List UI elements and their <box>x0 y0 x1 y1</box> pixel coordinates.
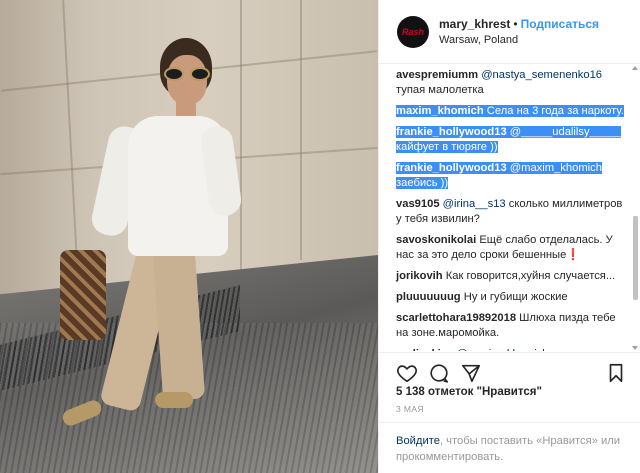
post-header: Rash mary_khrest • Подписаться Warsaw, Pol… <box>379 0 640 64</box>
sandal-left <box>60 398 104 428</box>
comment-body: vas9105 @irina__s13 сколько миллиметров … <box>396 198 622 225</box>
wall-seam <box>300 0 302 260</box>
comment-body: savoskonikolai Ещё слабо отделалась. У н… <box>396 234 613 261</box>
username-link[interactable]: mary_khrest <box>439 17 510 31</box>
comment-item: savoskonikolai Ещё слабо отделалась. У н… <box>396 233 625 263</box>
comment-item: avespremiumm @nastya_semenenko16 тупая м… <box>396 68 625 98</box>
comment-item: frankie_hollywood13 @maxim_khomich заеби… <box>396 161 625 191</box>
comment-text: тупая малолетка <box>396 84 484 96</box>
comment-item: frankie_hollywood13 @_____udalilsy_____ … <box>396 125 625 155</box>
comment-item: jorikovih Как говорится,хуйня случается.… <box>396 269 625 284</box>
avatar-logo: Rash <box>401 26 424 37</box>
handbag <box>60 250 106 340</box>
scrollbar-thumb[interactable] <box>633 216 638 300</box>
comment-item: pluuuuuuug Ну и губищи жоские <box>396 290 625 305</box>
comment-text: Ну и губищи жоские <box>463 291 568 303</box>
sunglasses <box>161 67 213 81</box>
comment-item: nadia_kisa @maxim_khomich от куда <box>396 347 625 351</box>
comment-icon[interactable] <box>428 362 450 384</box>
comment-text: кайфует в тюряге )) <box>396 141 498 153</box>
comment-username[interactable]: frankie_hollywood13 <box>396 162 507 174</box>
wall-seam <box>240 0 242 270</box>
comment-username[interactable]: avespremiumm <box>396 69 478 81</box>
trousers-right <box>152 248 206 402</box>
comment-mention[interactable]: @maxim_khomich <box>456 348 548 351</box>
location-link[interactable]: Warsaw, Poland <box>439 32 599 48</box>
comment-text: от куда <box>552 348 589 351</box>
post-date[interactable]: 3 МАЯ <box>396 404 424 414</box>
comment-username[interactable]: frankie_hollywood13 <box>396 126 507 138</box>
comment-mention[interactable]: @_____udalilsy_____ <box>510 126 621 138</box>
login-prompt: Войдите, чтобы поставить «Нравится» или … <box>379 422 640 473</box>
sandal-right <box>155 392 193 408</box>
comment-username[interactable]: vas9105 <box>396 198 440 210</box>
comments-scrollbar[interactable] <box>632 66 638 350</box>
scroll-down-arrow-icon[interactable] <box>632 346 638 350</box>
comment-body: maxim_khomich Села на 3 года за наркоту. <box>396 105 624 117</box>
share-icon[interactable] <box>460 362 482 384</box>
post-photo[interactable] <box>0 0 378 473</box>
comment-username[interactable]: maxim_khomich <box>396 105 484 117</box>
comment-mention[interactable]: @irina__s13 <box>443 198 506 210</box>
comment-body: avespremiumm @nastya_semenenko16 тупая м… <box>396 69 602 96</box>
comment-username[interactable]: jorikovih <box>396 270 443 282</box>
comment-mention[interactable]: @nastya_semenenko16 <box>481 69 602 81</box>
woman-figure <box>60 30 244 450</box>
comment-body: frankie_hollywood13 @_____udalilsy_____ … <box>396 126 621 153</box>
comment-username[interactable]: nadia_kisa <box>396 348 453 351</box>
comments-list[interactable]: avespremiumm @nastya_semenenko16 тупая м… <box>379 65 629 351</box>
login-link[interactable]: Войдите <box>396 435 440 447</box>
avatar[interactable]: Rash <box>397 15 429 48</box>
heart-icon[interactable] <box>396 362 418 384</box>
comment-body: pluuuuuuug Ну и губищи жоские <box>396 291 568 303</box>
separator-dot: • <box>513 16 518 31</box>
action-bar <box>379 352 640 386</box>
comment-item: vas9105 @irina__s13 сколько миллиметров … <box>396 197 625 227</box>
comment-text: Села на 3 года за наркоту. <box>486 105 624 117</box>
comment-body: nadia_kisa @maxim_khomich от куда <box>396 348 589 351</box>
likes-count[interactable]: 5 138 отметок "Нравится" <box>396 386 542 398</box>
comment-username[interactable]: savoskonikolai <box>396 234 476 246</box>
comment-text: заебись )) <box>396 177 449 189</box>
scroll-up-arrow-icon[interactable] <box>632 66 638 70</box>
comment-body: frankie_hollywood13 @maxim_khomich заеби… <box>396 162 602 189</box>
comment-username[interactable]: scarlettohara19892018 <box>396 312 516 324</box>
comment-text: Как говорится,хуйня случается... <box>445 270 616 282</box>
follow-button[interactable]: Подписаться <box>521 17 599 31</box>
comment-body: jorikovih Как говорится,хуйня случается.… <box>396 270 615 282</box>
comment-mention[interactable]: @maxim_khomich <box>510 162 602 174</box>
comment-item: scarlettohara19892018 Шлюха пизда тебе н… <box>396 311 625 341</box>
comment-item: maxim_khomich Села на 3 года за наркоту. <box>396 104 625 119</box>
comment-body: scarlettohara19892018 Шлюха пизда тебе н… <box>396 312 616 339</box>
header-text: mary_khrest • Подписаться Warsaw, Poland <box>439 16 599 48</box>
comment-username[interactable]: pluuuuuuug <box>396 291 461 303</box>
post-sidebar: Rash mary_khrest • Подписаться Warsaw, Pol… <box>378 0 640 473</box>
bookmark-icon[interactable] <box>605 362 627 384</box>
